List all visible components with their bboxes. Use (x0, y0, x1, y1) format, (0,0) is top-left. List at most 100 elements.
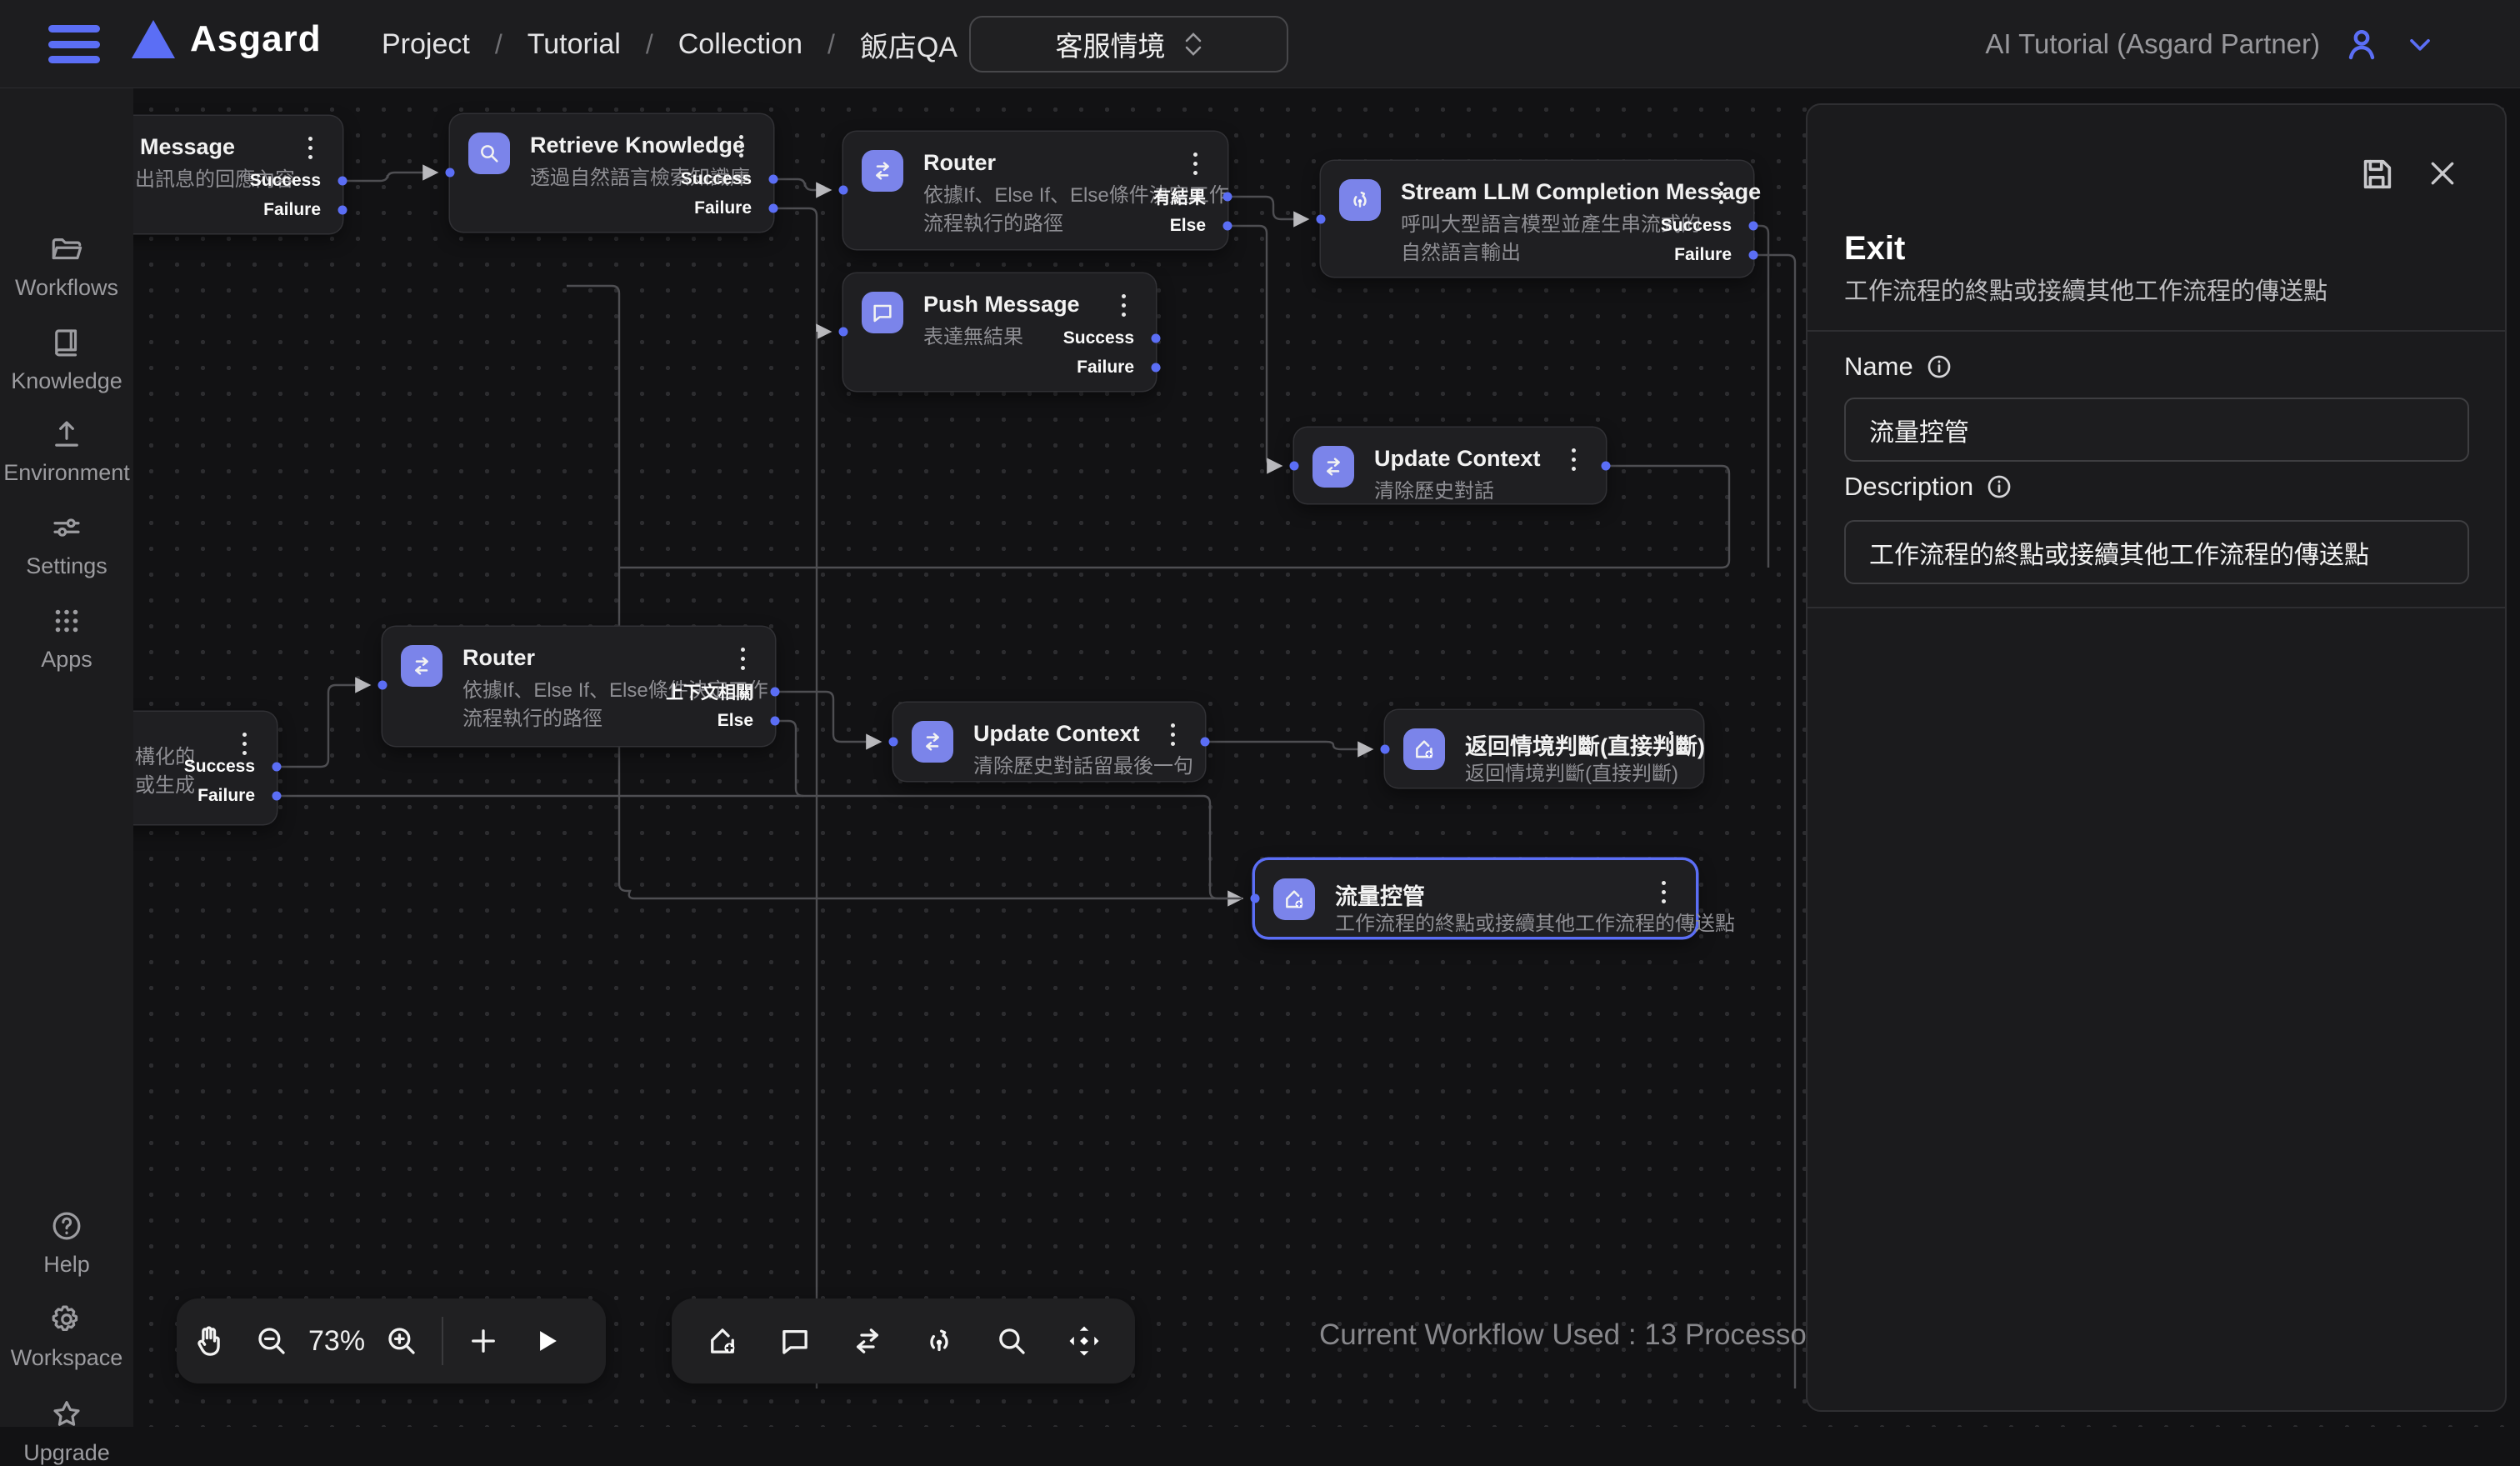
run-workflow-button[interactable] (515, 1298, 578, 1383)
pan-hand-button[interactable] (177, 1298, 240, 1383)
description-field-label: Description (1844, 472, 2013, 502)
input-port[interactable] (446, 168, 455, 178)
sidebar-item-environment[interactable]: Environment (0, 417, 133, 486)
output-port[interactable] (272, 763, 282, 772)
node-menu-kebab-icon[interactable] (1710, 176, 1732, 209)
node-menu-kebab-icon[interactable] (233, 727, 255, 760)
output-port[interactable] (1152, 334, 1161, 343)
node-menu-kebab-icon[interactable] (1184, 147, 1206, 180)
breadcrumb-item-project[interactable]: Project (382, 28, 470, 61)
workflow-edge (775, 721, 803, 796)
workflow-edge (342, 173, 437, 181)
output-port[interactable] (338, 206, 348, 215)
output-port[interactable] (1602, 462, 1611, 471)
node-menu-kebab-icon[interactable] (1162, 718, 1183, 751)
workflow-node-router-1[interactable]: Router依據If、Else If、Else條件決定工作流程執行的路徑有結果E… (843, 132, 1228, 249)
output-port-label: Failure (198, 786, 255, 806)
node-description: 表達無結果 (923, 323, 1023, 352)
workflow-node-stream-llm[interactable]: Stream LLM Completion Message呼叫大型語言模型並產生… (1321, 161, 1753, 277)
sidebar-item-workspace[interactable]: Workspace (0, 1302, 133, 1371)
workflow-edge (1753, 255, 1795, 1388)
close-icon[interactable] (2426, 157, 2459, 194)
sidebar-item-label: Apps (41, 647, 92, 673)
message-node-tool-icon[interactable] (763, 1298, 827, 1383)
node-title: 流量控管 (1335, 878, 1425, 911)
node-menu-kebab-icon[interactable] (1660, 725, 1682, 758)
workflow-node-update-context-1[interactable]: Update Context清除歷史對話 (1294, 428, 1606, 503)
router-node-tool-icon[interactable] (836, 1298, 899, 1383)
add-node-button[interactable] (452, 1298, 515, 1383)
breadcrumb-separator: / (646, 29, 653, 60)
output-port[interactable] (1749, 251, 1758, 260)
workflow-node-router-2[interactable]: Router依據If、Else If、Else條件決定工作流程執行的路徑上下文相… (382, 627, 775, 746)
output-port[interactable] (1152, 363, 1161, 373)
breadcrumb-separator: / (828, 29, 835, 60)
output-port[interactable] (771, 688, 780, 697)
node-menu-kebab-icon[interactable] (1652, 875, 1674, 908)
save-icon[interactable] (2358, 155, 2396, 198)
workflow-node-exit-selected[interactable]: 流量控管工作流程的終點或接續其他工作流程的傳送點 (1255, 860, 1696, 937)
sidebar-item-label: Upgrade (23, 1440, 110, 1466)
input-port[interactable] (378, 681, 388, 690)
node-menu-kebab-icon[interactable] (299, 131, 321, 164)
input-port[interactable] (889, 738, 898, 747)
hamburger-menu-icon[interactable] (48, 25, 100, 63)
upload-icon (49, 417, 84, 452)
sidebar-item-upgrade[interactable]: Upgrade (0, 1397, 133, 1466)
node-menu-kebab-icon[interactable] (732, 642, 753, 675)
input-port[interactable] (1317, 215, 1326, 224)
environment-selector[interactable]: 客服情境 (969, 16, 1288, 73)
description-input[interactable] (1844, 520, 2469, 584)
input-port[interactable] (1381, 745, 1390, 754)
panel-subtitle: 工作流程的終點或接續其他工作流程的傳送點 (1844, 272, 2328, 307)
input-port[interactable] (1290, 462, 1299, 471)
node-menu-kebab-icon[interactable] (730, 129, 752, 163)
output-port[interactable] (1223, 222, 1232, 231)
chevron-down-icon[interactable] (2403, 28, 2437, 61)
output-port-label: Success (250, 171, 321, 191)
stream-node-tool-icon[interactable] (908, 1298, 971, 1383)
workflow-node-exit-direct[interactable]: 返回情境判斷(直接判斷)返回情境判斷(直接判斷) (1385, 710, 1703, 788)
output-port[interactable] (769, 204, 778, 213)
zoom-in-button[interactable] (370, 1298, 433, 1383)
breadcrumb-item-collection[interactable]: Collection (678, 28, 802, 61)
output-port-label: Failure (694, 198, 752, 218)
workflow-node-retrieve-knowledge[interactable]: Retrieve Knowledge透過自然語言檢索知識庫SuccessFail… (450, 114, 773, 232)
output-port[interactable] (1223, 193, 1232, 202)
breadcrumb-item-tutorial[interactable]: Tutorial (528, 28, 621, 61)
workflow-edge (277, 685, 369, 767)
output-port[interactable] (771, 717, 780, 726)
sidebar-item-workflows[interactable]: Workflows (0, 232, 133, 301)
output-port[interactable] (769, 175, 778, 184)
search-tool-icon[interactable] (980, 1298, 1043, 1383)
sidebar-item-apps[interactable]: Apps (0, 603, 133, 673)
output-port-label: Else (1170, 216, 1206, 236)
sidebar-item-settings[interactable]: Settings (0, 510, 133, 579)
zoom-out-button[interactable] (240, 1298, 303, 1383)
input-port[interactable] (839, 186, 848, 195)
breadcrumb-item-飯店qa[interactable]: 飯店QA (860, 24, 958, 65)
account-area[interactable]: AI Tutorial (Asgard Partner) (1985, 0, 2437, 88)
user-icon[interactable] (2342, 24, 2382, 64)
output-port[interactable] (1201, 738, 1210, 747)
workflow-node-message-partial[interactable]: Message出訊息的回應內容SuccessFailure (133, 116, 342, 233)
output-port[interactable] (338, 177, 348, 186)
node-menu-kebab-icon[interactable] (1562, 443, 1584, 476)
node-title: Update Context (973, 721, 1140, 747)
workflow-node-push-message[interactable]: Push Message表達無結果SuccessFailure (843, 273, 1156, 391)
input-port[interactable] (839, 328, 848, 337)
node-menu-kebab-icon[interactable] (1112, 288, 1134, 322)
router-icon (912, 721, 953, 763)
input-port[interactable] (1251, 894, 1260, 903)
name-input[interactable] (1844, 398, 2469, 462)
workflow-node-llm-partial[interactable]: 構化的或生成SuccessFailure (133, 712, 277, 824)
app-header: Asgard Project/Tutorial/Collection/飯店QA … (0, 0, 2520, 88)
exit-node-tool-icon[interactable] (691, 1298, 754, 1383)
move-tool-icon[interactable] (1052, 1298, 1116, 1383)
workflow-node-update-context-2[interactable]: Update Context 清除歷史對話留最後一句 (893, 703, 1205, 781)
sidebar-item-knowledge[interactable]: Knowledge (0, 325, 133, 394)
output-port[interactable] (1749, 222, 1758, 231)
output-port[interactable] (272, 792, 282, 801)
node-description: 清除歷史對話留最後一句 (973, 753, 1193, 781)
sidebar-item-help[interactable]: Help (0, 1208, 133, 1278)
